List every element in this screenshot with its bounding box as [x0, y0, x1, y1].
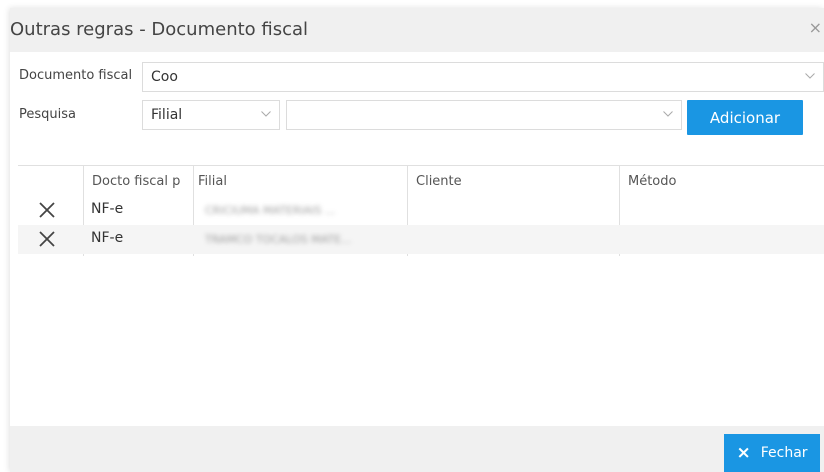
column-header-filial[interactable]: Filial — [194, 166, 407, 196]
filial-cell: TRAMCO TOCALOS MATE... — [205, 233, 352, 245]
column-header-actions — [18, 166, 83, 196]
docto-cell: NF-e — [91, 201, 124, 217]
column-header-label: Método — [628, 174, 677, 189]
other-rules-dialog: Outras regras - Documento fiscal × Docum… — [10, 8, 824, 472]
documento-fiscal-label: Documento fiscal — [19, 68, 133, 83]
documento-fiscal-select[interactable]: Coo — [142, 62, 824, 92]
rules-grid: Docto fiscal p Filial Cliente Método NF-… — [18, 165, 824, 256]
pesquisa-type-value: Filial — [151, 107, 183, 123]
column-header-metodo[interactable]: Método — [620, 166, 824, 196]
dialog-header: Outras regras - Documento fiscal × — [10, 8, 824, 52]
column-header-label: Filial — [198, 174, 227, 189]
column-header-label: Docto fiscal p — [92, 174, 181, 189]
pesquisa-type-select[interactable]: Filial — [142, 100, 280, 130]
remove-icon[interactable] — [39, 202, 55, 218]
chevron-down-icon — [663, 111, 673, 117]
chevron-down-icon — [261, 111, 271, 117]
documento-fiscal-value: Coo — [151, 69, 178, 85]
dialog-title: Outras regras - Documento fiscal — [10, 19, 309, 40]
close-button-label: Fechar — [760, 445, 808, 461]
close-icon[interactable]: × — [809, 18, 822, 37]
docto-cell: NF-e — [91, 230, 124, 246]
column-header-cliente[interactable]: Cliente — [408, 166, 619, 196]
add-button[interactable]: Adicionar — [687, 100, 803, 135]
close-button[interactable]: × Fechar — [724, 434, 820, 472]
chevron-down-icon — [805, 73, 815, 79]
remove-icon[interactable] — [39, 231, 55, 247]
pesquisa-label: Pesquisa — [19, 107, 76, 122]
column-header-docto[interactable]: Docto fiscal p — [84, 166, 193, 196]
column-header-label: Cliente — [416, 174, 462, 189]
pesquisa-search-select[interactable] — [286, 100, 682, 130]
filial-cell: CRICIUMA MATERIAIS ... — [205, 204, 336, 216]
table-row: NF-e TRAMCO TOCALOS MATE... — [18, 225, 824, 254]
close-icon: × — [736, 443, 751, 463]
dialog-footer — [10, 426, 824, 472]
table-row: NF-e CRICIUMA MATERIAIS ... — [18, 196, 824, 225]
